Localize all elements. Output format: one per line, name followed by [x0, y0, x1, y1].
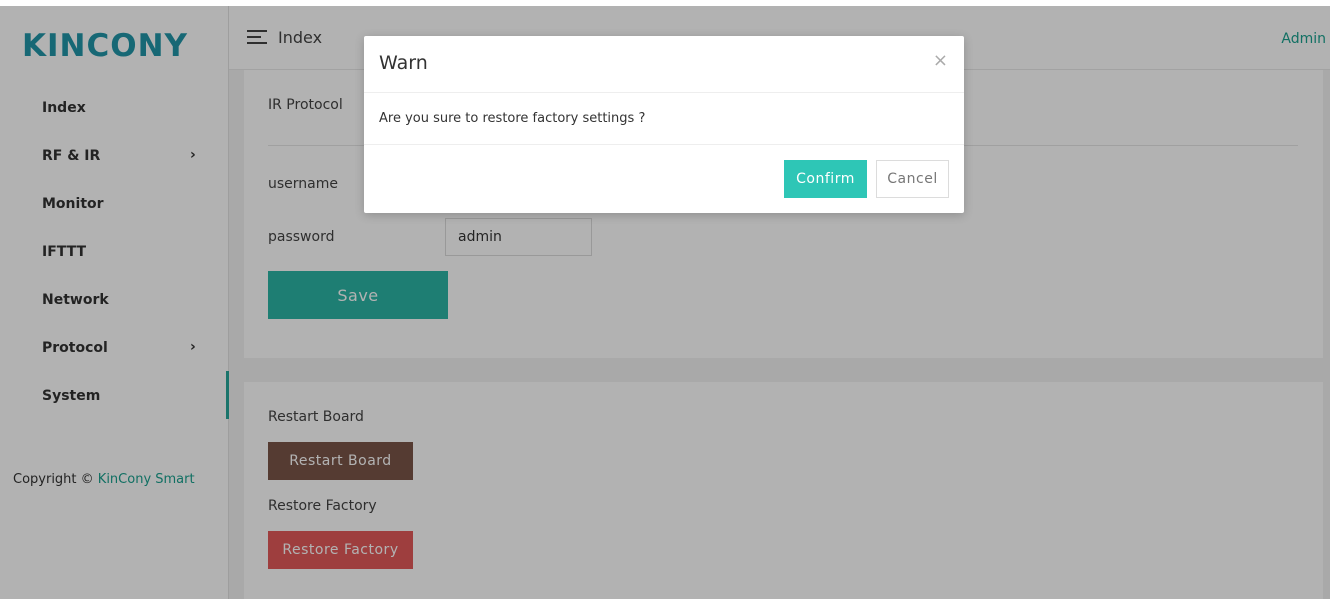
close-icon[interactable]: × — [933, 50, 948, 71]
dialog-divider — [364, 144, 964, 145]
warn-dialog: Warn × Are you sure to restore factory s… — [364, 36, 964, 213]
dialog-title: Warn — [379, 52, 428, 74]
dialog-message: Are you sure to restore factory settings… — [379, 111, 646, 126]
confirm-button[interactable]: Confirm — [784, 160, 867, 198]
dialog-divider — [364, 92, 964, 93]
cancel-button[interactable]: Cancel — [876, 160, 949, 198]
